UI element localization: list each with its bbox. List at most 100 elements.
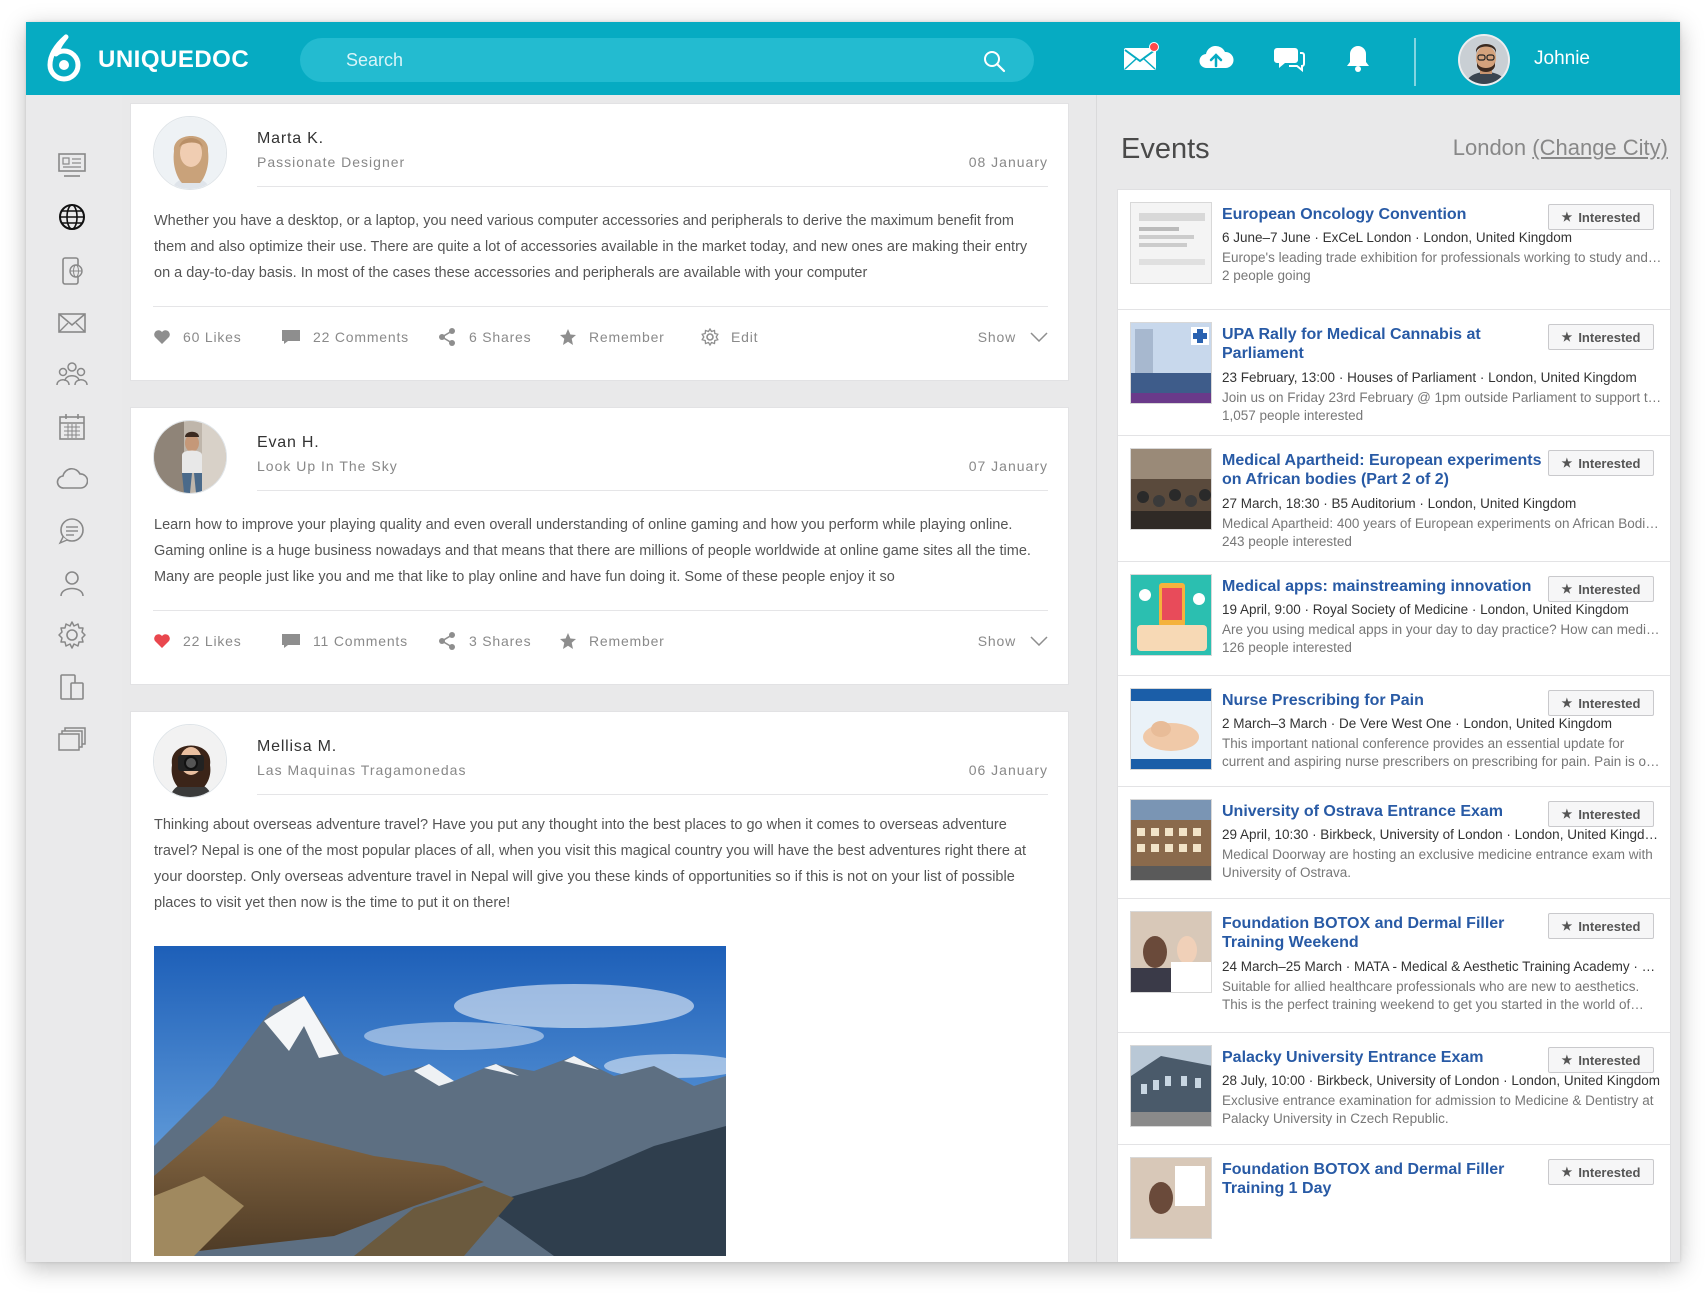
- chat-icon[interactable]: [1273, 42, 1305, 74]
- event-thumbnail[interactable]: [1130, 1157, 1212, 1239]
- comment-count: 22 Comments: [313, 329, 409, 345]
- mobile-web-icon[interactable]: [56, 255, 88, 287]
- logo-icon[interactable]: [44, 34, 84, 84]
- interested-button[interactable]: ★ Interested: [1548, 450, 1654, 476]
- comment-icon: [282, 330, 300, 344]
- edit-button[interactable]: Edit: [701, 322, 758, 352]
- star-icon: ★: [1561, 919, 1573, 933]
- post-author[interactable]: Marta K.: [257, 130, 324, 148]
- envelope-icon[interactable]: [56, 307, 88, 339]
- event-title[interactable]: Foundation BOTOX and Dermal Filler Train…: [1222, 1160, 1542, 1198]
- interested-button[interactable]: ★ Interested: [1548, 576, 1654, 602]
- event-title[interactable]: Palacky University Entrance Exam: [1222, 1048, 1542, 1067]
- show-dropdown[interactable]: Show: [978, 322, 1048, 352]
- event-meta: 6 June–7 June · ExCeL London · London, U…: [1222, 230, 1572, 245]
- team-icon[interactable]: [56, 359, 88, 391]
- cloud-upload-icon[interactable]: [1198, 42, 1234, 74]
- share-button[interactable]: 6 Shares: [437, 322, 531, 352]
- event-thumbnail[interactable]: [1130, 448, 1212, 530]
- interested-button[interactable]: ★ Interested: [1548, 690, 1654, 716]
- event-item[interactable]: University of Ostrava Entrance Exam 29 A…: [1118, 787, 1670, 899]
- post-date: 06 January: [968, 762, 1048, 778]
- search-input[interactable]: Search: [346, 50, 403, 71]
- like-button[interactable]: 60 Likes: [153, 322, 242, 352]
- interested-button[interactable]: ★ Interested: [1548, 1047, 1654, 1073]
- user-icon[interactable]: [56, 567, 88, 599]
- event-title[interactable]: Foundation BOTOX and Dermal Filler Train…: [1222, 914, 1542, 952]
- star-icon: ★: [1561, 582, 1573, 596]
- event-thumbnail[interactable]: [1130, 911, 1212, 993]
- interested-button[interactable]: ★ Interested: [1548, 204, 1654, 230]
- user-name[interactable]: Johnie: [1534, 48, 1590, 70]
- gear-icon[interactable]: [56, 619, 88, 651]
- remember-button[interactable]: Remember: [559, 322, 665, 352]
- chat-bubble-icon[interactable]: [56, 515, 88, 547]
- event-thumbnail[interactable]: [1130, 202, 1212, 284]
- star-icon: [560, 633, 576, 649]
- user-avatar[interactable]: [1458, 34, 1510, 86]
- event-title[interactable]: Nurse Prescribing for Pain: [1222, 691, 1542, 710]
- remember-label: Remember: [589, 633, 665, 649]
- comment-count: 11 Comments: [313, 633, 408, 649]
- search-icon[interactable]: [982, 49, 1006, 73]
- event-item[interactable]: Medical apps: mainstreaming innovation 1…: [1118, 562, 1670, 676]
- like-button[interactable]: 22 Likes: [153, 626, 242, 656]
- comment-icon: [282, 634, 300, 648]
- event-thumbnail[interactable]: [1130, 574, 1212, 656]
- comment-button[interactable]: 22 Comments: [281, 322, 409, 352]
- event-item[interactable]: Medical Apartheid: European experiments …: [1118, 436, 1670, 562]
- devices-icon[interactable]: [56, 671, 88, 703]
- post-card: Mellisa M. Las Maquinas Tragamonedas 06 …: [130, 711, 1069, 1262]
- event-item[interactable]: Palacky University Entrance Exam 28 July…: [1118, 1033, 1670, 1145]
- interested-button[interactable]: ★ Interested: [1548, 801, 1654, 827]
- gallery-icon[interactable]: [56, 723, 88, 755]
- event-item[interactable]: UPA Rally for Medical Cannabis at Parlia…: [1118, 310, 1670, 436]
- events-city: London (Change City): [1453, 135, 1668, 161]
- share-button[interactable]: 3 Shares: [437, 626, 531, 656]
- brand-name[interactable]: UNIQUEDOC: [98, 46, 249, 74]
- event-item[interactable]: Foundation BOTOX and Dermal Filler Train…: [1118, 899, 1670, 1033]
- search-bar[interactable]: Search: [300, 38, 1034, 82]
- star-icon: [560, 329, 576, 345]
- post-divider: [257, 186, 1048, 187]
- comment-button[interactable]: 11 Comments: [281, 626, 408, 656]
- post-author[interactable]: Mellisa M.: [257, 738, 337, 756]
- post-author-subtitle: Passionate Designer: [257, 154, 406, 170]
- event-thumbnail[interactable]: [1130, 688, 1212, 770]
- event-title[interactable]: Medical Apartheid: European experiments …: [1222, 451, 1542, 489]
- event-title[interactable]: Medical apps: mainstreaming innovation: [1222, 577, 1542, 596]
- change-city-link[interactable]: (Change City): [1532, 135, 1668, 160]
- interested-button[interactable]: ★ Interested: [1548, 1159, 1654, 1185]
- event-item[interactable]: European Oncology Convention 6 June–7 Ju…: [1118, 190, 1670, 310]
- show-dropdown[interactable]: Show: [978, 626, 1048, 656]
- event-title[interactable]: University of Ostrava Entrance Exam: [1222, 802, 1542, 821]
- like-count: 22 Likes: [183, 633, 242, 649]
- post-date: 07 January: [968, 458, 1048, 474]
- post-divider: [153, 306, 1048, 307]
- calendar-icon[interactable]: [56, 411, 88, 443]
- globe-icon[interactable]: [56, 201, 88, 233]
- event-item[interactable]: Foundation BOTOX and Dermal Filler Train…: [1118, 1145, 1670, 1262]
- bell-icon[interactable]: [1344, 42, 1372, 74]
- remember-button[interactable]: Remember: [559, 626, 665, 656]
- event-thumbnail[interactable]: [1130, 799, 1212, 881]
- interested-button[interactable]: ★ Interested: [1548, 324, 1654, 350]
- event-item[interactable]: Nurse Prescribing for Pain 2 March–3 Mar…: [1118, 676, 1670, 787]
- event-meta: 23 February, 13:00 · Houses of Parliamen…: [1222, 370, 1637, 385]
- event-title[interactable]: UPA Rally for Medical Cannabis at Parlia…: [1222, 325, 1542, 363]
- event-thumbnail[interactable]: [1130, 1045, 1212, 1127]
- post-image[interactable]: [154, 946, 726, 1256]
- author-avatar[interactable]: [153, 724, 227, 798]
- app-window: UNIQUEDOC Search Johnie Marta K. Passion…: [26, 22, 1680, 1262]
- post-author[interactable]: Evan H.: [257, 434, 320, 452]
- event-thumbnail[interactable]: [1130, 322, 1212, 404]
- interested-button[interactable]: ★ Interested: [1548, 913, 1654, 939]
- top-bar: UNIQUEDOC Search Johnie: [26, 22, 1680, 95]
- dashboard-icon[interactable]: [56, 149, 88, 181]
- like-count: 60 Likes: [183, 329, 242, 345]
- author-avatar[interactable]: [153, 116, 227, 190]
- cloud-icon[interactable]: [56, 463, 88, 495]
- event-description: Europe's leading trade exhibition for pr…: [1222, 250, 1662, 265]
- event-title[interactable]: European Oncology Convention: [1222, 205, 1542, 224]
- author-avatar[interactable]: [153, 420, 227, 494]
